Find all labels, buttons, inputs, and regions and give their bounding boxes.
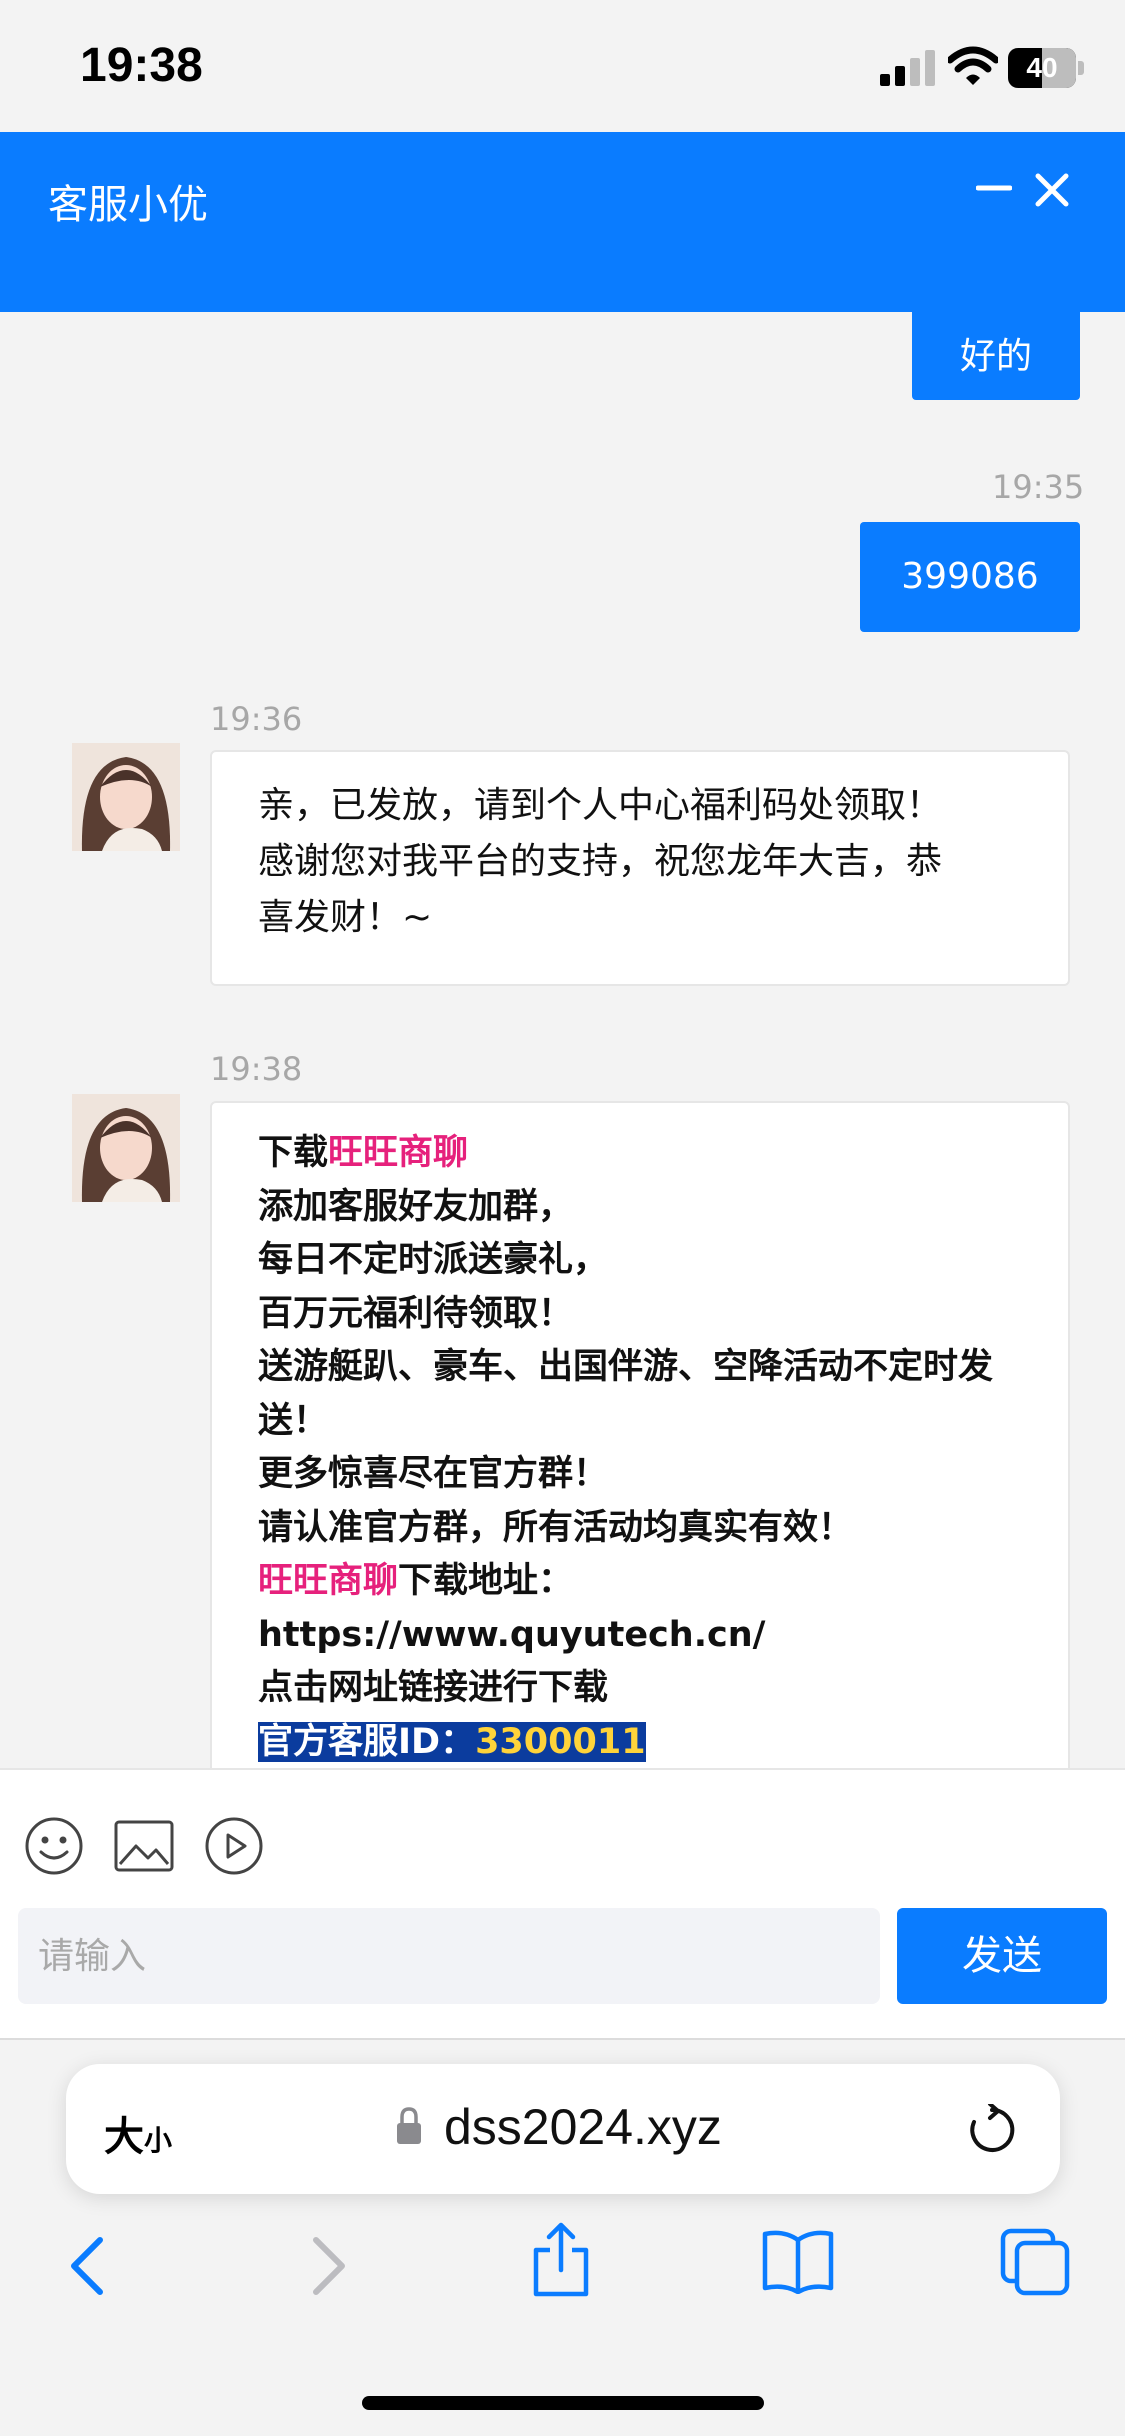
input-area: 发送 [0,1768,1125,2038]
message-list[interactable]: 好的 19:35 399086 19:36 亲，已发放，请到个人中心福利码处领取… [0,312,1125,1768]
lock-icon [397,2107,421,2144]
message-line: 送！ [258,1400,329,1441]
emoji-icon[interactable] [24,1816,84,1876]
wifi-icon [948,46,998,85]
service-id: 3300011 [475,1721,646,1762]
status-bar: 19:38 40 [0,0,1125,132]
message-time: 19:36 [210,700,303,738]
incoming-message: 亲，已发放，请到个人中心福利码处领取！ 感谢您对我平台的支持，祝您龙年大吉，恭 … [210,750,1070,986]
message-line: 请认准官方群，所有活动均真实有效！ [258,1507,854,1548]
message-text: 好的 [959,336,1032,377]
outgoing-message: 好的 [912,312,1080,400]
message-line: 送游艇趴、豪车、出国伴游、空降活动不定时发 [258,1347,994,1387]
download-url-link[interactable]: https://www.quyutech.cn/ [258,1609,1022,1663]
text-size-button[interactable]: 大小 [104,2104,172,2162]
browser-toolbar: 大小 dss2024.xyz [0,2038,1125,2436]
minimize-icon[interactable] [976,170,1012,206]
app-name-highlight: 旺旺商聊 [328,1133,469,1173]
message-line: 添加客服好友加群， [258,1186,574,1227]
app-name-highlight: 旺旺商聊 [258,1561,399,1601]
message-line: 感谢您对我平台的支持，祝您龙年大吉，恭 [258,841,943,882]
send-button[interactable]: 发送 [897,1908,1107,2004]
message-line: 每日不定时派送豪礼， [258,1240,609,1280]
message-input[interactable] [18,1908,880,2004]
reload-icon[interactable] [966,2104,1018,2156]
avatar[interactable] [72,743,180,851]
selected-text: 官方客服ID：3300011 [258,1721,646,1762]
chat-title: 客服小优 [48,182,208,228]
share-icon[interactable] [530,2222,592,2298]
home-indicator [362,2396,764,2410]
download-line: 下载旺旺商聊 [258,1133,469,1173]
tabs-icon[interactable] [1000,2228,1070,2296]
avatar[interactable] [72,1094,180,1202]
message-line: 百万元福利待领取！ [258,1293,574,1334]
outgoing-message: 399086 [860,522,1080,632]
message-line: 更多惊喜尽在官方群！ [258,1454,609,1494]
incoming-message: 下载旺旺商聊 添加客服好友加群， 每日不定时派送豪礼， 百万元福利待领取！ 送游… [210,1101,1070,1768]
bookmarks-icon[interactable] [762,2228,834,2294]
url-text[interactable]: dss2024.xyz [444,2098,722,2156]
address-bar[interactable]: 大小 dss2024.xyz [66,2064,1060,2194]
message-line: 亲，已发放，请到个人中心福利码处领取！ [258,785,943,826]
close-icon[interactable] [1034,172,1070,208]
service-id-line: 官方客服ID：3300011 [258,1716,1022,1769]
back-icon[interactable] [64,2234,110,2298]
message-time: 19:35 [992,468,1085,506]
chat-header: 客服小优 [0,132,1125,312]
battery-level: 40 [1026,52,1058,83]
status-time: 19:38 [80,39,203,92]
message-line: 点击网址链接进行下载 [258,1668,609,1708]
message-time: 19:38 [210,1050,303,1088]
battery-icon: 40 [1008,48,1084,88]
cellular-signal-icon [880,50,935,86]
forward-icon[interactable] [306,2234,352,2298]
video-icon[interactable] [204,1816,264,1876]
download-address-line: 旺旺商聊下载地址： [258,1561,574,1601]
message-line: 喜发财！~ [258,897,433,938]
image-icon[interactable] [114,1820,174,1872]
message-text: 399086 [901,556,1039,597]
